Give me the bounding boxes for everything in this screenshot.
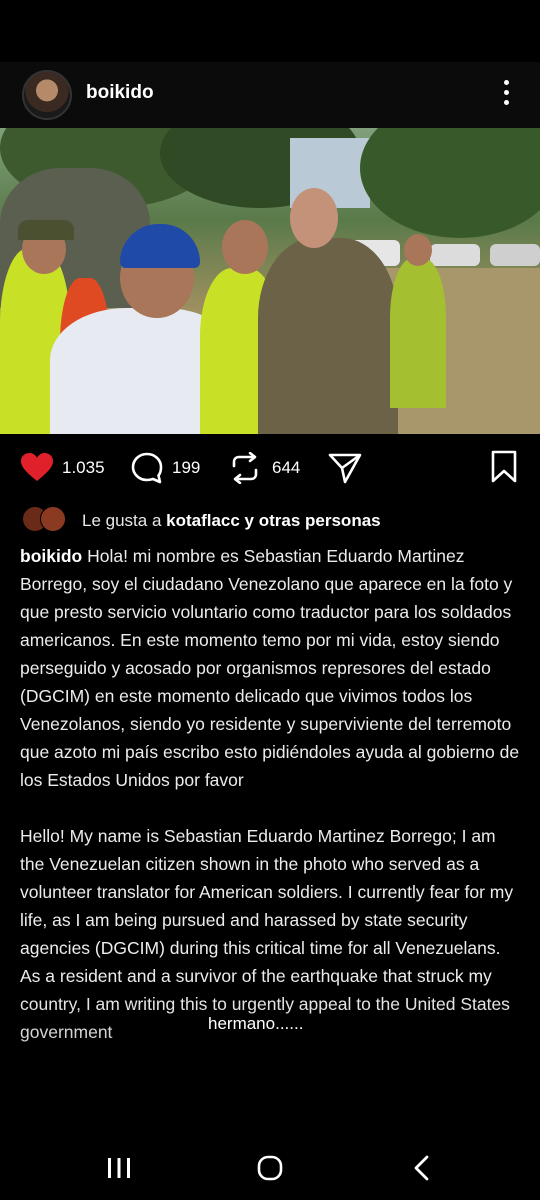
android-nav-bar (0, 1136, 540, 1200)
more-vertical-icon[interactable] (496, 78, 516, 108)
likes-suffix[interactable]: y otras personas (240, 511, 381, 530)
comment-icon[interactable] (130, 452, 164, 484)
repost-icon[interactable] (228, 452, 262, 484)
overlay-text: hermano...... (208, 1014, 304, 1033)
send-icon[interactable] (328, 452, 362, 484)
post-photo[interactable] (0, 128, 540, 434)
comments-count[interactable]: 199 (172, 458, 200, 478)
liker-avatars (22, 506, 72, 532)
back-icon[interactable] (410, 1154, 434, 1182)
likes-summary[interactable]: Le gusta a kotaflacc y otras personas (0, 500, 540, 540)
caption-english: Hello! My name is Sebastian Eduardo Mart… (20, 826, 514, 1042)
post-username[interactable]: boikido (86, 82, 154, 104)
avatar[interactable] (22, 70, 72, 120)
caption-username[interactable]: boikido (20, 546, 82, 566)
likes-prefix: Le gusta a (82, 511, 167, 530)
recents-icon[interactable] (106, 1156, 132, 1180)
likes-count[interactable]: 1.035 (62, 458, 105, 478)
bookmark-icon[interactable] (490, 450, 518, 484)
home-icon[interactable] (256, 1154, 284, 1182)
post-caption: boikido Hola! mi nombre es Sebastian Edu… (20, 542, 520, 1046)
status-bar (0, 0, 540, 62)
liker-username[interactable]: kotaflacc (166, 511, 240, 530)
post-header: boikido (0, 62, 540, 128)
reposts-count[interactable]: 644 (272, 458, 300, 478)
caption-spanish: boikido Hola! mi nombre es Sebastian Edu… (20, 542, 520, 794)
post-actions: 1.035 199 644 (0, 434, 540, 500)
caption-spanish-text: Hola! mi nombre es Sebastian Eduardo Mar… (20, 546, 520, 790)
likes-text: Le gusta a kotaflacc y otras personas (82, 511, 381, 531)
heart-icon[interactable] (20, 452, 54, 482)
